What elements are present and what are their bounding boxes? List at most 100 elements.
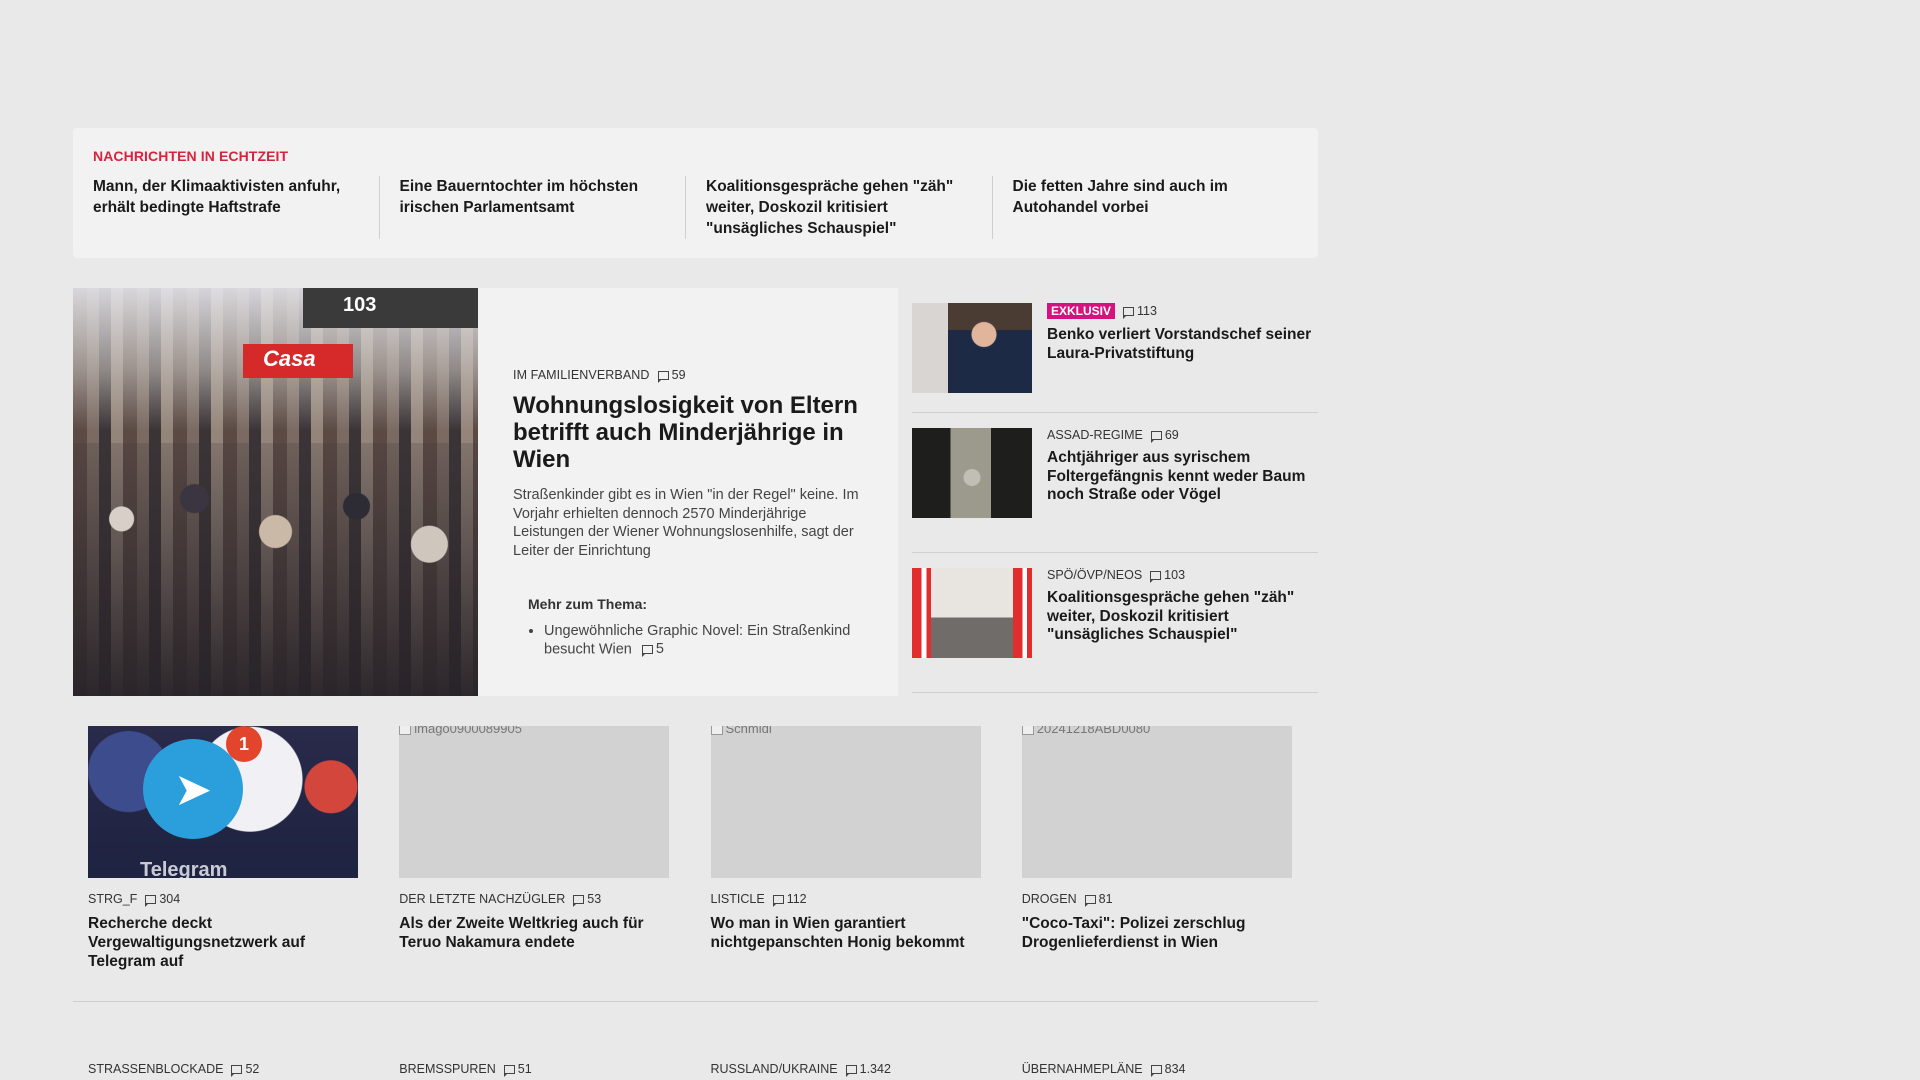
ticker-item[interactable]: Mann, der Klimaaktivisten anfuhr, erhält… (93, 176, 379, 239)
kicker-text: STRG_F (88, 892, 138, 906)
comment-count[interactable]: 53 (573, 892, 602, 907)
article-headline[interactable]: "Coco-Taxi": Polizei zerschlug Drogenlie… (1022, 914, 1303, 952)
comment-count-value: 103 (1164, 568, 1186, 582)
comment-icon (573, 894, 585, 907)
comment-count[interactable]: 834 (1150, 1062, 1186, 1077)
ticker-item[interactable]: Koalitionsgespräche gehen "zäh" weiter, … (685, 176, 992, 239)
image-shop-sign: 103 (303, 288, 478, 328)
comment-icon (641, 644, 653, 657)
article-kicker: ASSAD-REGIME 69 (1047, 428, 1318, 443)
side-article[interactable]: EXKLUSIV 113 Benko verliert Vorstandsche… (912, 288, 1318, 413)
comment-icon (1084, 894, 1096, 907)
telegram-icon: ➤ (143, 739, 243, 839)
ticker-item[interactable]: Eine Bauerntochter im höchsten irischen … (378, 176, 686, 239)
comment-icon (657, 370, 669, 383)
side-article[interactable]: SPÖ/ÖVP/NEOS 103 Koalitionsgespräche geh… (912, 553, 1318, 693)
article-thumbnail (912, 303, 1032, 393)
comment-count[interactable]: 81 (1084, 892, 1113, 907)
kicker-text: ASSAD-REGIME (1047, 428, 1143, 442)
feature-article: 103 Casa IM FAMILIENVERBAND 59 Wohnungsl… (73, 288, 898, 696)
article-headline[interactable]: Koalitionsgespräche gehen "zäh" weiter, … (1047, 589, 1318, 645)
card-image: imago0900089905 (399, 726, 670, 878)
comment-icon (772, 894, 784, 907)
comment-count-value: 304 (159, 892, 181, 906)
kicker-text: DER LETZTE NACHZÜGLER (399, 892, 566, 906)
comment-icon (1123, 306, 1135, 319)
article-card[interactable]: ➤ 1 Telegram STRG_F 304 Recherche deckt … (73, 712, 385, 1002)
comment-count-value: 112 (786, 892, 807, 906)
comment-count-value: 834 (1164, 1062, 1186, 1076)
article-headline[interactable]: Benko verliert Vorstandschef seiner Laur… (1047, 326, 1318, 363)
article-headline[interactable]: Recherche deckt Vergewaltigungsnetzwerk … (88, 914, 369, 971)
feature-body: IM FAMILIENVERBAND 59 Wohnungslosigkeit … (478, 288, 898, 696)
comment-count[interactable]: 59 (657, 368, 686, 383)
article-kicker: DER LETZTE NACHZÜGLER 53 (399, 892, 680, 907)
broken-image-alt: imago0900089905 (399, 726, 522, 736)
image-caption-text: Telegram (140, 859, 228, 878)
article-kicker: STRG_F 304 (88, 892, 369, 907)
exklusiv-badge: EXKLUSIV (1047, 303, 1116, 319)
comment-count-value: 1.342 (859, 1062, 891, 1076)
kicker-text: STRASSENBLOCKADE (88, 1062, 224, 1076)
article-thumbnail (912, 428, 1032, 518)
related-link-text: Ungewöhnliche Graphic Novel: Ein Straßen… (544, 623, 851, 658)
comment-icon (1150, 430, 1162, 443)
kicker-text: IM FAMILIENVERBAND (513, 368, 650, 382)
related-link[interactable]: Ungewöhnliche Graphic Novel: Ein Straßen… (544, 622, 864, 659)
article-kicker[interactable]: RUSSLAND/UKRAINE 1.342 (696, 1062, 1007, 1077)
side-article-text: EXKLUSIV 113 Benko verliert Vorstandsche… (1047, 303, 1318, 396)
article-card[interactable]: Schmidl LISTICLE 112 Wo man in Wien gara… (695, 712, 1007, 1002)
broken-image-alt: 20241218ABD0080 (1022, 726, 1151, 736)
kicker-text: RUSSLAND/UKRAINE (710, 1062, 838, 1076)
comment-count[interactable]: 52 (231, 1062, 259, 1077)
comment-count[interactable]: 103 (1150, 568, 1186, 583)
comment-count-value: 53 (587, 892, 602, 906)
article-kicker: LISTICLE 112 (711, 892, 992, 907)
card-image: ➤ 1 Telegram (88, 726, 358, 878)
article-headline[interactable]: Achtjähriger aus syrischem Foltergefängn… (1047, 449, 1318, 505)
comment-count[interactable]: 51 (503, 1062, 532, 1077)
comment-count-value: 81 (1098, 892, 1113, 906)
comment-icon (145, 894, 157, 907)
side-article-list: EXKLUSIV 113 Benko verliert Vorstandsche… (912, 288, 1318, 693)
comment-count[interactable]: 304 (145, 892, 181, 907)
feature-kicker: IM FAMILIENVERBAND 59 (513, 368, 864, 383)
next-article-row: STRASSENBLOCKADE 52 BREMSSPUREN 51 RUSSL… (73, 1062, 1318, 1077)
comment-count[interactable]: 1.342 (845, 1062, 891, 1077)
comment-count[interactable]: 112 (772, 892, 807, 907)
comment-count-value: 69 (1164, 428, 1179, 442)
side-article[interactable]: ASSAD-REGIME 69 Achtjähriger aus syrisch… (912, 413, 1318, 553)
related-list: Ungewöhnliche Graphic Novel: Ein Straßen… (528, 622, 864, 659)
article-kicker[interactable]: STRASSENBLOCKADE 52 (73, 1062, 384, 1077)
side-article-text: SPÖ/ÖVP/NEOS 103 Koalitionsgespräche geh… (1047, 568, 1318, 676)
card-image: 20241218ABD0080 (1021, 726, 1292, 878)
article-kicker: EXKLUSIV 113 (1047, 303, 1318, 319)
article-headline[interactable]: Wo man in Wien garantiert nichtgepanscht… (711, 914, 992, 952)
comment-count[interactable]: 69 (1150, 428, 1179, 443)
comment-count-value: 51 (517, 1062, 532, 1076)
image-shop-sign: Casa (243, 344, 353, 378)
ticker-item[interactable]: Die fetten Jahre sind auch im Autohandel… (991, 176, 1299, 239)
article-kicker[interactable]: ÜBERNAHMEPLÄNE 834 (1007, 1062, 1318, 1077)
ticker-items: Mann, der Klimaaktivisten anfuhr, erhält… (93, 176, 1298, 239)
comment-count-value: 113 (1137, 304, 1157, 318)
article-headline[interactable]: Als der Zweite Weltkrieg auch für Teruo … (399, 914, 680, 952)
kicker-text: DROGEN (1021, 892, 1077, 906)
article-card[interactable]: imago0900089905 DER LETZTE NACHZÜGLER 53… (384, 712, 696, 1002)
ticker-label: NACHRICHTEN IN ECHTZEIT (93, 148, 289, 164)
feature-teaser: Straßenkinder gibt es in Wien "in der Re… (513, 487, 859, 559)
related-links: Mehr zum Thema: Ungewöhnliche Graphic No… (513, 596, 864, 659)
comment-count-value: 59 (671, 368, 686, 382)
article-kicker[interactable]: BREMSSPUREN 51 (384, 1062, 695, 1077)
comment-count[interactable]: 113 (1123, 304, 1157, 319)
feature-image[interactable]: 103 Casa (73, 288, 478, 696)
comment-count[interactable]: 5 (641, 640, 664, 658)
article-kicker: SPÖ/ÖVP/NEOS 103 (1047, 568, 1318, 583)
kicker-text: SPÖ/ÖVP/NEOS (1047, 568, 1143, 582)
article-card[interactable]: 20241218ABD0080 DROGEN 81 "Coco-Taxi": P… (1006, 712, 1318, 1002)
card-image: Schmidl (710, 726, 981, 878)
feature-headline[interactable]: Wohnungslosigkeit von Eltern betrifft au… (513, 392, 864, 473)
image-crowd (73, 443, 478, 696)
notification-badge: 1 (226, 726, 262, 762)
side-article-text: ASSAD-REGIME 69 Achtjähriger aus syrisch… (1047, 428, 1318, 536)
